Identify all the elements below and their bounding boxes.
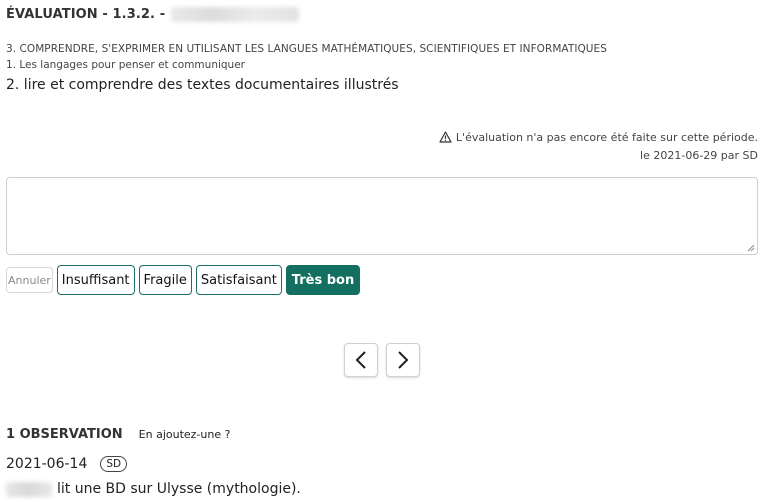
level-insuffisant-button[interactable]: Insuffisant — [56, 265, 135, 295]
chevron-right-icon — [398, 351, 409, 369]
author-badge: SD — [100, 456, 128, 472]
evaluation-title: ÉVALUATION - 1.3.2. - — [6, 7, 166, 22]
chevron-left-icon — [355, 351, 366, 369]
observation-text: lit une BD sur Ulysse (mythologie). — [6, 481, 301, 497]
observations-header: 1 OBSERVATION En ajoutez-une ? — [6, 427, 230, 442]
evaluation-status: L'évaluation n'a pas encore été faite su… — [439, 130, 758, 164]
status-message: L'évaluation n'a pas encore été faite su… — [455, 131, 758, 144]
add-observation-link[interactable]: En ajoutez-une ? — [139, 428, 231, 441]
resize-handle-icon[interactable] — [747, 244, 755, 252]
level-fragile-button[interactable]: Fragile — [138, 265, 192, 295]
observation-meta: 2021-06-14 SD — [6, 456, 128, 472]
comment-textarea[interactable] — [6, 177, 758, 255]
next-button[interactable] — [386, 343, 420, 377]
cancel-button[interactable]: Annuler — [6, 267, 53, 293]
level-buttons: Annuler Insuffisant Fragile Satisfaisant… — [6, 265, 361, 295]
observation-date: 2021-06-14 — [6, 456, 88, 472]
warning-icon — [439, 131, 452, 148]
level-satisfaisant-button[interactable]: Satisfaisant — [195, 265, 282, 295]
domain-label: 3. COMPRENDRE, S'EXPRIMER EN UTILISANT L… — [6, 43, 607, 55]
subdomain-label: 1. Les langages pour penser et communiqu… — [6, 59, 245, 71]
level-tres-bon-button[interactable]: Très bon — [285, 265, 361, 295]
student-firstname-redacted — [6, 481, 52, 497]
page-title: ÉVALUATION - 1.3.2. - — [6, 7, 300, 22]
observation-body: lit une BD sur Ulysse (mythologie). — [57, 481, 301, 497]
student-name-redacted — [171, 7, 300, 22]
competency-item: 2. lire et comprendre des textes documen… — [6, 77, 399, 93]
status-meta: le 2021-06-29 par SD — [640, 149, 758, 162]
previous-button[interactable] — [344, 343, 378, 377]
observations-count: 1 OBSERVATION — [6, 427, 123, 442]
